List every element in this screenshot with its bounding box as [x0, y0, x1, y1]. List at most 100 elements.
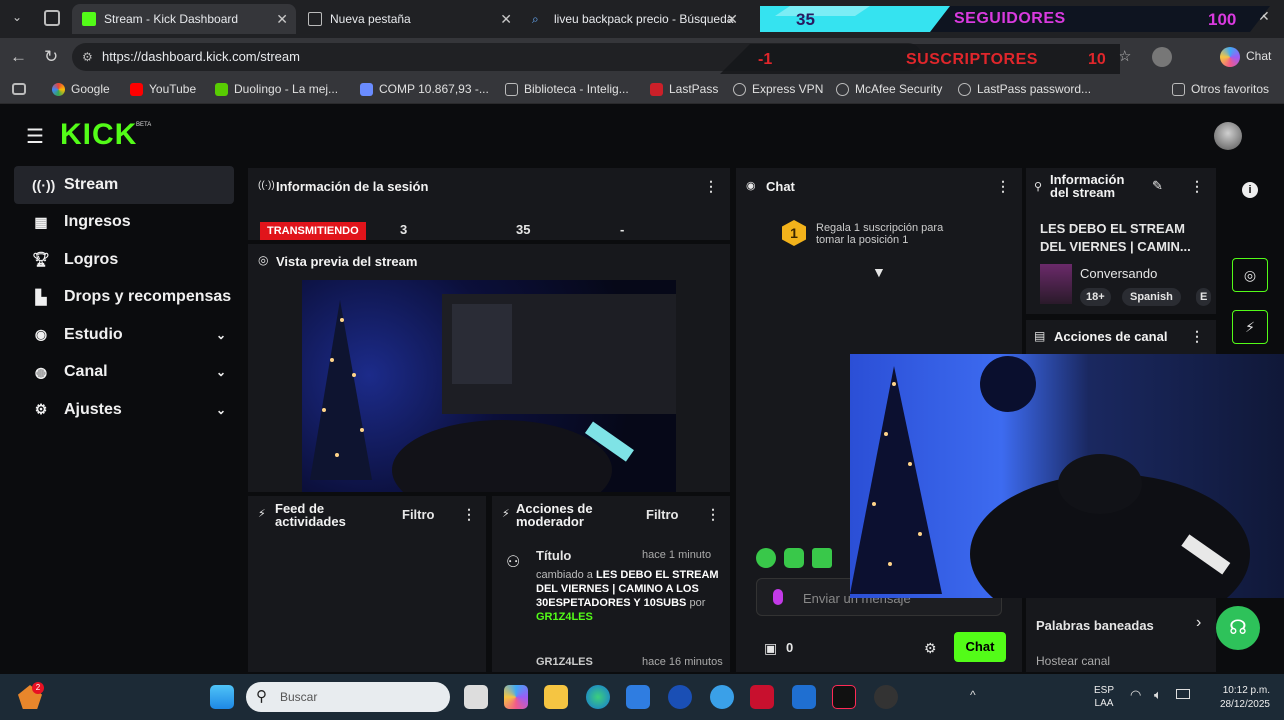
tab-kick-dashboard[interactable]: Stream - Kick Dashboard ✕ [72, 4, 296, 34]
globe-icon [836, 82, 849, 96]
stream-preview-panel: ◎ Vista previa del stream [248, 244, 730, 492]
bookmark-google[interactable]: Google [52, 82, 110, 96]
host-channel-item[interactable]: Hostear canal [1036, 654, 1110, 668]
chevron-right-icon[interactable]: › [1196, 614, 1201, 632]
sidebar-item-drops[interactable]: ▙ Drops y recompensas [14, 279, 234, 317]
bookmark-duolingo[interactable]: Duolingo - La mej... [215, 82, 338, 96]
chat-settings-icon[interactable]: ⚙ [924, 640, 937, 657]
close-tab-icon[interactable]: ✕ [500, 11, 512, 28]
close-tab-icon[interactable]: ✕ [726, 11, 738, 28]
reload-icon[interactable]: ↻ [44, 47, 58, 67]
obs-app-icon[interactable] [874, 685, 898, 709]
volume-icon[interactable]: 🔈︎ [1154, 687, 1162, 703]
more-options-icon[interactable]: ⋮ [462, 506, 476, 523]
bookmark-youtube[interactable]: YouTube [130, 82, 196, 96]
followers-goal-banner: 35 SEGUIDORES 100 [760, 6, 1270, 32]
tiktok-app-icon[interactable] [832, 685, 856, 709]
users-icon: ⚇ [506, 554, 521, 571]
user-avatar[interactable] [1214, 122, 1242, 150]
sidebar-item-ingresos[interactable]: ▦ Ingresos [14, 204, 234, 242]
battery-icon[interactable] [1176, 689, 1190, 699]
trophy-icon: 🏆︎ [32, 251, 50, 268]
reading-list-icon[interactable] [12, 83, 26, 95]
tab-search[interactable]: ⌕ liveu backpack precio - Búsqueda ✕ [522, 4, 746, 34]
tray-chevron-up-icon[interactable]: ^ [970, 688, 976, 702]
panel-title: Chat [766, 179, 795, 194]
hamburger-menu-icon[interactable]: ☰ [26, 124, 44, 149]
weather-app-icon[interactable] [710, 685, 734, 709]
copilot-icon[interactable] [1220, 47, 1240, 67]
close-tab-icon[interactable]: ✕ [276, 11, 288, 28]
pinned-toggle-icon[interactable]: ▼ [872, 264, 886, 280]
filter-button[interactable]: Filtro [402, 507, 435, 522]
keyboard-layout: LAA [1094, 698, 1114, 709]
clock[interactable]: 10:12 p.m. 28/12/2025 [1206, 684, 1270, 712]
chat-send-button[interactable]: Chat [954, 632, 1006, 662]
pin-icon: ⚲ [1034, 181, 1043, 193]
bookmark-expressvpn[interactable]: Express VPN [733, 82, 823, 96]
site-info-icon[interactable]: ⚙ [82, 43, 93, 71]
mod-entry-time: hace 1 minuto [642, 549, 712, 561]
bookmark-comp[interactable]: COMP 10.867,93 -... [360, 82, 489, 96]
bookmark-lastpass-password[interactable]: LastPass password... [958, 82, 1091, 96]
profile-avatar[interactable] [1152, 47, 1172, 67]
stream-preview-video[interactable] [302, 280, 676, 492]
bookmark-biblioteca[interactable]: Biblioteca - Intelig... [505, 82, 629, 96]
hp-app-icon[interactable] [668, 685, 692, 709]
tag-badge[interactable]: 18+ [1080, 288, 1111, 306]
more-options-icon[interactable]: ⋮ [704, 178, 718, 195]
edit-pencil-icon[interactable]: ✎ [1152, 178, 1163, 194]
bookmarks-bar: Google YouTube Duolingo - La mej... COMP… [0, 76, 1284, 104]
copilot-app-icon[interactable] [504, 685, 528, 709]
kick-logo[interactable]: KICK [60, 118, 137, 152]
file-explorer-icon[interactable] [544, 685, 568, 709]
filter-button[interactable]: Filtro [646, 507, 679, 522]
microphone-icon[interactable] [773, 589, 783, 605]
mcafee-app-icon[interactable] [750, 685, 774, 709]
emote-icon[interactable] [812, 548, 832, 568]
session-stat-2: 35 [516, 222, 531, 237]
support-chat-icon[interactable]: ☊ [1216, 606, 1260, 650]
wifi-icon[interactable]: ◠ [1130, 687, 1141, 703]
emote-icon[interactable] [784, 548, 804, 568]
sidebar-item-estudio[interactable]: ◉ Estudio ⌄ [14, 316, 234, 354]
tag-badge[interactable]: Spanish [1122, 288, 1181, 306]
preview-icon: ◎ [258, 253, 269, 267]
gift-text[interactable]: Regala 1 suscripción para tomar la posic… [816, 222, 966, 246]
bookmark-mcafee[interactable]: McAfee Security [836, 82, 942, 96]
copilot-chat-label[interactable]: Chat [1246, 49, 1271, 63]
task-view-icon[interactable] [464, 685, 488, 709]
banned-words-item[interactable]: Palabras baneadas [1036, 618, 1154, 633]
sidebar-item-stream[interactable]: ((·)) Stream [14, 166, 234, 204]
more-options-icon[interactable]: ⋮ [1190, 178, 1204, 195]
store-app-icon[interactable] [626, 685, 650, 709]
store-icon[interactable]: ▣ [764, 640, 777, 657]
workspaces-icon[interactable] [44, 10, 60, 26]
sidebar-item-ajustes[interactable]: ⚙ Ajustes ⌄ [14, 391, 234, 429]
language-indicator[interactable]: ESP LAA [1094, 684, 1114, 710]
mail-app-icon[interactable] [792, 685, 816, 709]
category-name[interactable]: Conversando [1080, 266, 1157, 281]
camera-action-icon[interactable]: ◎ [1232, 258, 1268, 292]
favorites-star-icon[interactable]: ☆ [1118, 47, 1131, 65]
tab-new-tab[interactable]: Nueva pestaña ✕ [298, 4, 520, 34]
taskbar-search[interactable]: ⚲ Buscar [246, 682, 450, 712]
lightning-action-icon[interactable]: ⚡︎ [1232, 310, 1268, 344]
windows-start-icon[interactable] [210, 685, 234, 709]
info-icon[interactable]: i [1242, 182, 1258, 198]
sidebar-item-logros[interactable]: 🏆︎ Logros [14, 241, 234, 279]
more-options-icon[interactable]: ⋮ [706, 506, 720, 523]
tag-badge[interactable]: E [1196, 288, 1212, 306]
bookmark-lastpass[interactable]: LastPass [650, 82, 718, 96]
mod-entry-user[interactable]: GR1Z4LES [536, 611, 593, 623]
more-options-icon[interactable]: ⋮ [1190, 328, 1204, 345]
youtube-icon [130, 82, 143, 96]
subs-label: SUSCRIPTORES [906, 51, 1038, 68]
emote-icon[interactable] [756, 548, 776, 568]
sidebar-item-canal[interactable]: ◍ Canal ⌄ [14, 354, 234, 392]
back-icon[interactable]: ← [10, 47, 27, 67]
more-options-icon[interactable]: ⋮ [996, 178, 1010, 195]
other-favorites[interactable]: Otros favoritos [1172, 82, 1269, 96]
tab-list-menu-icon[interactable]: ⌄ [12, 10, 22, 24]
edge-browser-icon[interactable] [586, 685, 610, 709]
